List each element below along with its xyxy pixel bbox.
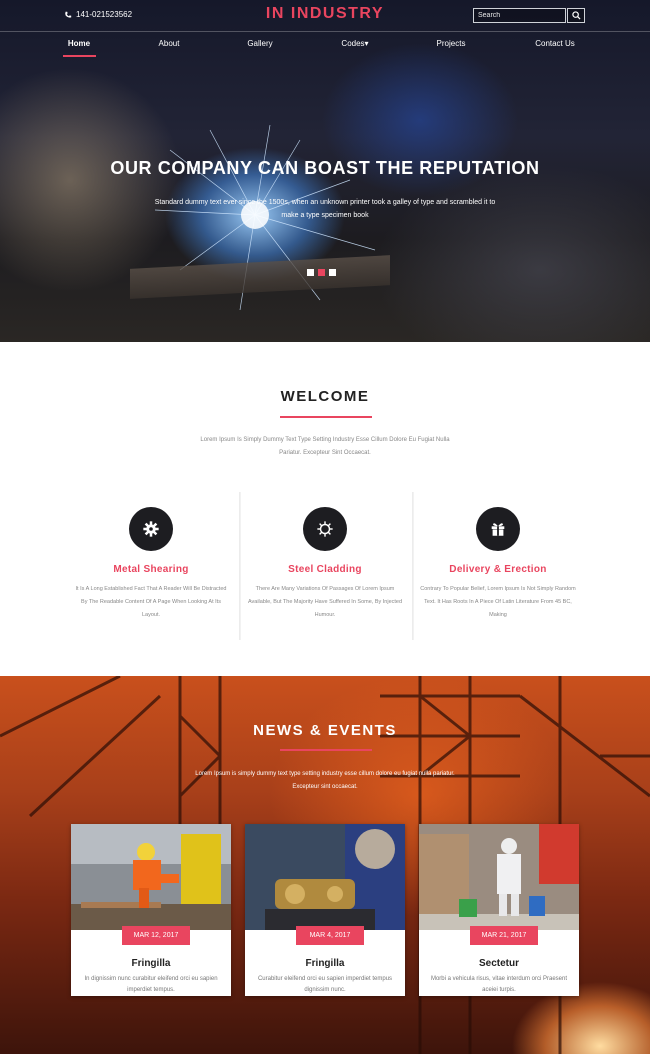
welcome-title: WELCOME — [280, 388, 370, 405]
hero-subtitle: Standard dummy text ever since the 1500s… — [154, 199, 496, 219]
slider-dot-3[interactable] — [329, 269, 336, 276]
gift-icon — [491, 523, 505, 536]
top-bar: 141-021523562 IN INDUSTRY — [0, 0, 650, 32]
news-card-image — [245, 824, 405, 930]
feature-title: Delivery & Erection — [449, 564, 547, 575]
machine-parts-photo — [245, 824, 405, 930]
main-nav: Home About Gallery Codes▾ Projects Conta… — [0, 33, 650, 58]
search-button[interactable] — [567, 8, 585, 23]
nav-gallery[interactable]: Gallery — [247, 39, 272, 48]
nav-projects[interactable]: Projects — [437, 39, 466, 48]
news-card-description: Morbi a vehicula risus, vitae interdum o… — [430, 976, 568, 993]
news-date-badge: MAR 12, 2017 — [122, 926, 190, 945]
news-card-image — [419, 824, 579, 930]
news-card[interactable]: MAR 4, 2017 Fringilla Curabitur eleifend… — [245, 824, 405, 996]
nav-codes-dropdown[interactable]: Codes▾ — [341, 39, 368, 48]
warehouse-worker-photo — [419, 824, 579, 930]
search-icon — [571, 11, 581, 20]
news-section: NEWS & EVENTS Lorem Ipsum is simply dumm… — [0, 676, 650, 1054]
feature-description: There Are Many Variations Of Passages Of… — [247, 586, 403, 618]
slider-dot-1[interactable] — [307, 269, 314, 276]
news-card-description: In dignissim nunc curabitur eleifend orc… — [84, 976, 218, 993]
welcome-title-underline — [280, 416, 372, 418]
hero-banner: 141-021523562 IN INDUSTRY Home About Gal… — [0, 0, 650, 342]
feature-title: Steel Cladding — [288, 564, 362, 575]
news-card-title[interactable]: Sectetur — [419, 958, 579, 969]
news-date-badge: MAR 21, 2017 — [470, 926, 538, 945]
search-input[interactable] — [473, 8, 566, 23]
news-card[interactable]: MAR 21, 2017 Sectetur Morbi a vehicula r… — [419, 824, 579, 996]
news-title-underline — [280, 749, 372, 751]
news-card-image — [71, 824, 231, 930]
nav-home[interactable]: Home — [68, 39, 90, 48]
news-card[interactable]: MAR 12, 2017 Fringilla In dignissim nunc… — [71, 824, 231, 996]
feature-description: It Is A Long Established Fact That A Rea… — [75, 586, 227, 618]
news-title: NEWS & EVENTS — [253, 722, 397, 739]
welcome-intro: Lorem Ipsum Is Simply Dummy Text Type Se… — [200, 437, 450, 456]
welcome-section: WELCOME Lorem Ipsum Is Simply Dummy Text… — [0, 342, 650, 676]
feature-title: Metal Shearing — [113, 564, 189, 575]
worker-welding-photo — [71, 824, 231, 930]
news-card-description: Curabitur eleifend orci eu sapien imperd… — [257, 976, 393, 993]
feature-description: Contrary To Popular Belief, Lorem Ipsum … — [420, 586, 576, 618]
nav-about[interactable]: About — [159, 39, 180, 48]
gear-icon — [143, 521, 159, 537]
news-card-title[interactable]: Fringilla — [71, 958, 231, 969]
nav-contact[interactable]: Contact Us — [535, 39, 575, 48]
feature-icon-circle — [129, 507, 173, 551]
cog-outline-icon — [317, 521, 333, 537]
hero-title: OUR COMPANY CAN BOAST THE REPUTATION — [110, 158, 540, 178]
news-card-title[interactable]: Fringilla — [245, 958, 405, 969]
nav-active-indicator — [63, 55, 96, 57]
news-date-badge: MAR 4, 2017 — [296, 926, 364, 945]
feature-icon-circle — [303, 507, 347, 551]
slider-pagination — [307, 269, 336, 276]
slider-dot-2[interactable] — [318, 269, 325, 276]
feature-icon-circle — [476, 507, 520, 551]
news-intro: Lorem Ipsum is simply dummy text type se… — [195, 771, 455, 790]
